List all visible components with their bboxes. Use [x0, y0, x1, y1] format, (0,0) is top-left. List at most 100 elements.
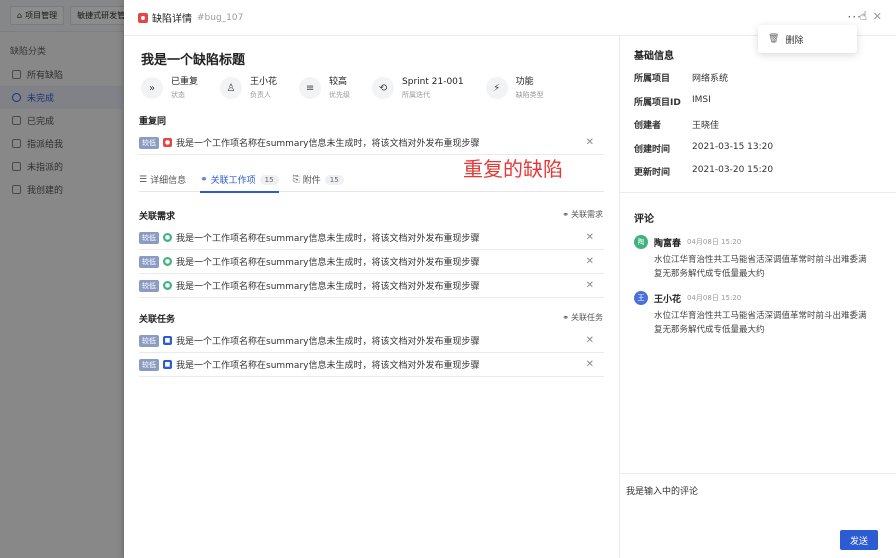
lightning-icon: ⚡	[485, 77, 508, 99]
attr-value: 较高	[329, 77, 348, 87]
remove-icon[interactable]: ✕	[586, 280, 594, 291]
remove-icon[interactable]: ✕	[586, 137, 594, 148]
info-key: 更新时间	[634, 168, 671, 178]
attr-label: 优先级	[329, 91, 351, 99]
attr-label: 状态	[171, 91, 185, 99]
comment-input-value: 我是输入中的评论	[626, 487, 699, 497]
task-row[interactable]: 较低 ■ 我是一个工作项名称在summary信息未生成时，将该文档对外发布重现步…	[139, 353, 604, 377]
info-value: 2021-03-20 15:20	[692, 165, 774, 175]
bug-detail-drawer: 缺陷详情 #bug_107 ··· ☝ ✕ 我是一个缺陷标题 » 已重复 状态 ♙…	[124, 0, 896, 558]
bug-icon	[138, 12, 148, 23]
send-button[interactable]: 发送	[840, 530, 878, 550]
comment-date: 04月08日 15:20	[687, 294, 742, 302]
drawer-title: 缺陷详情	[152, 14, 192, 25]
row-text: 我是一个工作项名称在summary信息未生成时，将该文档对外发布重现步骤	[176, 234, 480, 244]
task-row[interactable]: 较低 ■ 我是一个工作项名称在summary信息未生成时，将该文档对外发布重现步…	[139, 329, 604, 353]
priority-badge: 较低	[139, 136, 159, 149]
priority-badge: 较低	[139, 231, 159, 244]
tab-label: 关联工作项	[210, 176, 256, 186]
avatar: 陶	[634, 235, 648, 249]
tab-label: 详细信息	[150, 176, 187, 186]
bug-type-icon: ●	[163, 138, 172, 147]
remove-icon[interactable]: ✕	[586, 256, 594, 267]
more-menu: 🗑 删除	[758, 25, 857, 53]
comment: 王 王小花 04月08日 15:20 水位江华育治性共工马能省活深调值革常时前斗…	[634, 291, 884, 337]
comment-input[interactable]: 我是输入中的评论 发送	[620, 473, 896, 558]
attr-value: Sprint 21-001	[402, 77, 464, 87]
attr-type[interactable]: ⚡ 功能 缺陷类型	[485, 76, 544, 100]
attr-value: 已重复	[171, 77, 199, 87]
attr-sprint[interactable]: ⟲ Sprint 21-001 所属迭代	[372, 76, 464, 100]
attr-label: 所属迭代	[402, 91, 431, 99]
info-row: 更新时间 2021-03-20 15:20	[634, 165, 773, 178]
comment-text: 复无那务解代成专低量最大约	[654, 269, 765, 279]
remove-icon[interactable]: ✕	[586, 232, 594, 243]
paperclip-icon: ⎘	[292, 174, 300, 185]
row-text: 我是一个工作项名称在summary信息未生成时，将该文档对外发布重现步骤	[176, 337, 480, 347]
status-icon: »	[141, 77, 163, 99]
tab-details[interactable]: ☰ 详细信息	[139, 168, 186, 192]
delete-menu-item[interactable]: 删除	[785, 33, 803, 46]
requirement-type-icon: ●	[163, 233, 172, 242]
side-panel: 基础信息 所属项目 网络系统 所属项目ID IMSI 创建者 王晓佳 创建时间 2021…	[620, 36, 896, 558]
duplicate-label: 重复同	[139, 117, 167, 127]
link-icon: ⚭	[562, 210, 569, 219]
requirement-row[interactable]: 较低 ● 我是一个工作项名称在summary信息未生成时，将该文档对外发布重现步…	[139, 250, 604, 274]
action-label: 关联任务	[571, 313, 603, 322]
link-requirement-button[interactable]: ⚭ 关联需求	[562, 209, 603, 220]
attr-label: 负责人	[250, 91, 272, 99]
detail-tabs: ☰ 详细信息 ⚭ 关联工作项 15 ⎘ 附件 15	[139, 168, 604, 193]
attr-value: 功能	[515, 77, 534, 87]
info-row: 创建者 王晓佳	[634, 118, 719, 131]
row-text: 我是一个工作项名称在summary信息未生成时，将该文档对外发布重现步骤	[176, 258, 480, 268]
info-key: 所属项目	[634, 74, 671, 84]
remove-icon[interactable]: ✕	[586, 359, 594, 370]
tab-label: 附件	[302, 176, 321, 186]
task-type-icon: ■	[163, 360, 172, 369]
tab-attachments[interactable]: ⎘ 附件 15	[293, 168, 344, 192]
list-icon: ☰	[139, 174, 148, 185]
comment-date: 04月08日 15:20	[687, 238, 742, 246]
divider	[620, 192, 896, 193]
main-panel: 我是一个缺陷标题 » 已重复 状态 ♙ 王小花 负责人 ≡ 较高 优先级 ⟲ Spri…	[124, 36, 620, 558]
row-text: 我是一个工作项名称在summary信息未生成时，将该文档对外发布重现步骤	[176, 361, 480, 371]
attr-status[interactable]: » 已重复状态	[141, 76, 198, 100]
attr-value: 王小花	[250, 77, 278, 87]
comment-text: 水位江华育治性共工马能省活深调值革常时前斗出难委满	[654, 255, 867, 265]
duplicate-row[interactable]: 较低 ● 我是一个工作项名称在summary信息未生成时，将该文档对外发布重现步…	[139, 131, 604, 155]
info-value: 2021-03-15 13:20	[692, 142, 774, 152]
comment-text: 水位江华育治性共工马能省活深调值革常时前斗出难委满	[654, 311, 867, 321]
task-type-icon: ■	[163, 336, 172, 345]
priority-icon: ≡	[299, 77, 322, 99]
link-task-button[interactable]: ⚭ 关联任务	[562, 312, 603, 323]
comment-author: 陶富春	[654, 238, 682, 249]
modal-overlay[interactable]	[0, 0, 124, 558]
action-label: 关联需求	[571, 210, 603, 219]
requirement-row[interactable]: 较低 ● 我是一个工作项名称在summary信息未生成时，将该文档对外发布重现步…	[139, 274, 604, 298]
info-value: IMSI	[692, 95, 711, 105]
row-text: 我是一个工作项名称在summary信息未生成时，将该文档对外发布重现步骤	[176, 139, 480, 149]
user-icon: ♙	[220, 77, 243, 99]
tab-count: 15	[324, 174, 344, 185]
requirement-row[interactable]: 较低 ● 我是一个工作项名称在summary信息未生成时，将该文档对外发布重现步…	[139, 226, 604, 250]
priority-badge: 较低	[139, 279, 159, 292]
requirement-type-icon: ●	[163, 281, 172, 290]
link-icon: ⚭	[200, 174, 208, 185]
tab-count: 15	[259, 174, 279, 185]
bug-title: 我是一个缺陷标题	[141, 53, 246, 68]
bug-code: #bug_107	[197, 12, 244, 23]
comments-heading: 评论	[634, 214, 654, 225]
hand-cursor-icon: ☝	[859, 9, 867, 23]
comment-author: 王小花	[654, 294, 682, 305]
bug-attributes: » 已重复 状态 ♙ 王小花 负责人 ≡ 较高 优先级 ⟲ Sprint 21-001…	[141, 76, 566, 100]
tab-linked-items[interactable]: ⚭ 关联工作项 15	[200, 168, 280, 193]
row-text: 我是一个工作项名称在summary信息未生成时，将该文档对外发布重现步骤	[176, 282, 480, 292]
priority-badge: 较低	[139, 358, 159, 371]
avatar: 王	[634, 291, 648, 305]
attr-assignee[interactable]: ♙ 王小花负责人	[220, 76, 277, 100]
info-row: 创建时间 2021-03-15 13:20	[634, 142, 773, 155]
priority-badge: 较低	[139, 255, 159, 268]
attr-priority[interactable]: ≡ 较高优先级	[299, 76, 350, 100]
remove-icon[interactable]: ✕	[586, 335, 594, 346]
close-icon[interactable]: ✕	[873, 10, 882, 23]
